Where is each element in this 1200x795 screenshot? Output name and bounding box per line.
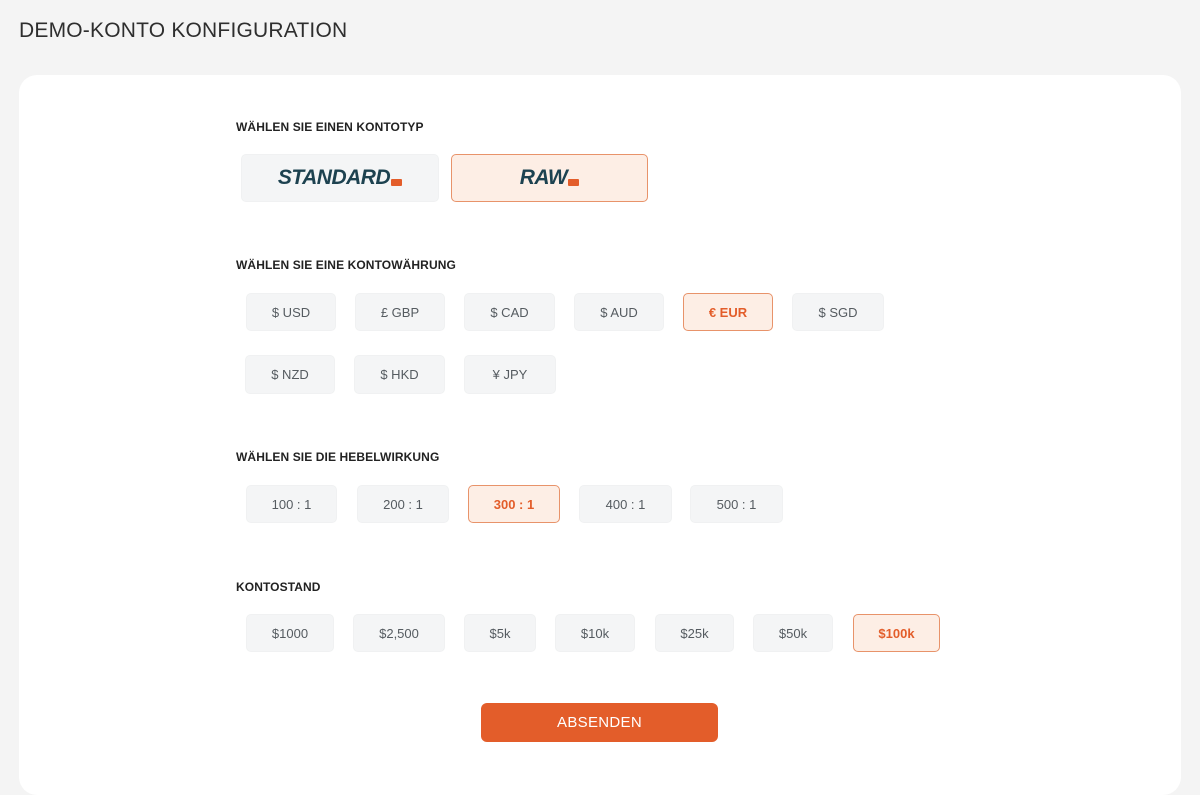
account-type-label: WÄHLEN SIE EINEN KONTOTYP: [236, 120, 424, 134]
leverage-option-100[interactable]: 100 : 1: [246, 485, 337, 523]
submit-button[interactable]: ABSENDEN: [481, 703, 718, 742]
balance-option-10k[interactable]: $10k: [555, 614, 635, 652]
balance-option-50k[interactable]: $50k: [753, 614, 833, 652]
balance-option-1000[interactable]: $1000: [246, 614, 334, 652]
page-title: DEMO-KONTO KONFIGURATION: [19, 19, 348, 42]
currency-option-jpy[interactable]: ¥ JPY: [464, 355, 556, 394]
leverage-label: WÄHLEN SIE DIE HEBELWIRKUNG: [236, 450, 440, 464]
account-type-raw-option[interactable]: RAW: [451, 154, 648, 202]
balance-option-5k[interactable]: $5k: [464, 614, 536, 652]
balance-option-2500[interactable]: $2,500: [353, 614, 445, 652]
currency-option-aud[interactable]: $ AUD: [574, 293, 664, 331]
currency-option-sgd[interactable]: $ SGD: [792, 293, 884, 331]
currency-option-cad[interactable]: $ CAD: [464, 293, 555, 331]
standard-logo: STANDARD: [277, 166, 391, 189]
balance-option-100k[interactable]: $100k: [853, 614, 940, 652]
standard-logo-tag-icon: [391, 178, 403, 186]
balance-label: KONTOSTAND: [236, 580, 321, 594]
leverage-option-400[interactable]: 400 : 1: [579, 485, 672, 523]
currency-option-eur[interactable]: € EUR: [683, 293, 773, 331]
currency-option-usd[interactable]: $ USD: [246, 293, 336, 331]
leverage-option-200[interactable]: 200 : 1: [357, 485, 449, 523]
account-type-standard-option[interactable]: STANDARD: [241, 154, 439, 202]
leverage-option-300[interactable]: 300 : 1: [468, 485, 560, 523]
currency-option-nzd[interactable]: $ NZD: [245, 355, 335, 394]
currency-option-hkd[interactable]: $ HKD: [354, 355, 445, 394]
currency-option-gbp[interactable]: £ GBP: [355, 293, 445, 331]
currency-label: WÄHLEN SIE EINE KONTOWÄHRUNG: [236, 258, 456, 272]
raw-logo: RAW: [519, 166, 568, 189]
raw-logo-tag-icon: [568, 178, 580, 186]
leverage-option-500[interactable]: 500 : 1: [690, 485, 783, 523]
balance-option-25k[interactable]: $25k: [655, 614, 734, 652]
